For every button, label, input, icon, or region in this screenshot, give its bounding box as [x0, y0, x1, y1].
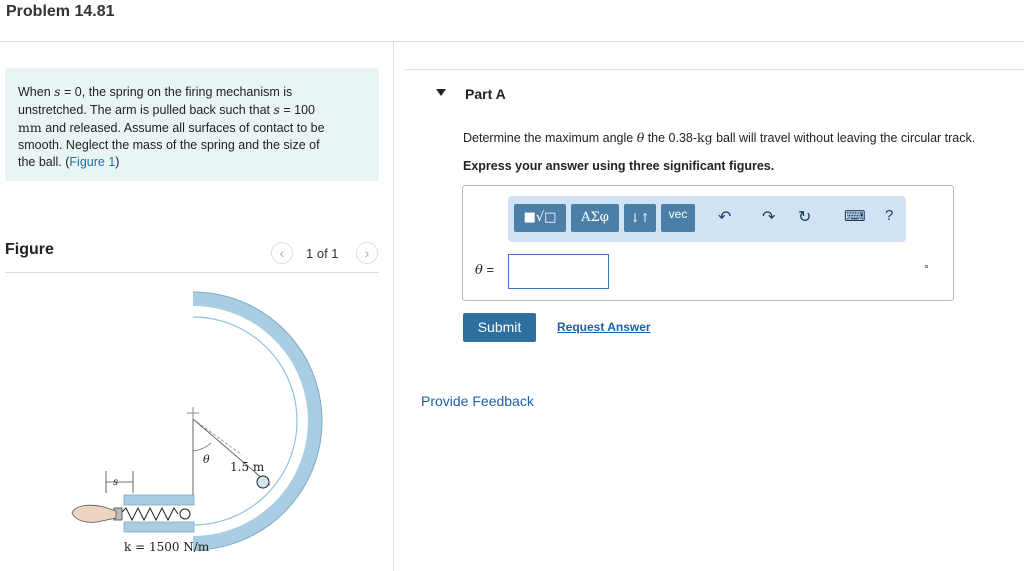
answer-instruction: Express your answer using three signific… [463, 159, 775, 173]
keyboard-icon[interactable]: ⌨ [844, 207, 866, 225]
page-title: Problem 14.81 [6, 3, 115, 20]
chevron-left-icon[interactable]: ‹ [271, 242, 293, 264]
problem-text: and released. Assume all surfaces of con… [41, 121, 325, 135]
problem-text: = 0, the spring on the firing mechanism … [60, 85, 293, 99]
radius-label: 1.5 m [230, 460, 265, 474]
s-label: s [113, 477, 118, 488]
problem-text: When [18, 85, 55, 99]
theta-label: θ [203, 453, 210, 466]
figure-pager: 1 of 1 [306, 246, 339, 261]
help-icon[interactable]: ? [885, 207, 893, 224]
launch-ball [179, 508, 191, 520]
answer-label: θ = [475, 262, 494, 278]
spring [119, 506, 179, 522]
answer-input[interactable] [508, 254, 609, 289]
spring-constant-label: k = 1500 N/m [124, 540, 210, 554]
theta-variable: θ [475, 263, 483, 278]
question-part: Determine the maximum angle [463, 131, 637, 145]
figure-link[interactable]: Figure 1 [69, 155, 115, 169]
hand [71, 504, 117, 523]
vector-button[interactable]: vec [661, 204, 695, 232]
question-text: Determine the maximum angle θ the 0.38-k… [463, 130, 975, 145]
figure-label: Figure [5, 241, 54, 258]
equals-sign: = [482, 262, 495, 277]
radius-line [192, 418, 271, 486]
math-toolbar: ■√□ ΑΣφ ↓↑ vec ↶ ↷ ↻ ⌨ ? [508, 196, 906, 242]
problem-text: ) [115, 155, 120, 169]
part-divider [405, 69, 1024, 70]
problem-statement: When s = 0, the spring on the firing mec… [5, 68, 379, 181]
ball-path [192, 316, 298, 526]
submit-button[interactable]: Submit [463, 313, 536, 342]
collapse-triangle-icon[interactable] [436, 89, 446, 96]
greek-symbols-button[interactable]: ΑΣφ [571, 204, 619, 232]
part-title[interactable]: Part A [465, 86, 506, 102]
provide-feedback-link[interactable]: Provide Feedback [421, 393, 534, 409]
unit-kg: kg [697, 130, 713, 145]
problem-text: the ball. ( [18, 155, 70, 169]
reset-icon[interactable]: ↻ [798, 207, 811, 227]
track-outer-edge [192, 291, 323, 551]
arrows-button[interactable]: ↓↑ [624, 204, 656, 232]
column-divider [393, 42, 394, 571]
undo-icon[interactable]: ↶ [718, 207, 731, 227]
problem-text: smooth. Neglect the mass of the spring a… [18, 138, 320, 152]
question-part: ball will travel without leaving the cir… [712, 131, 976, 145]
figure-divider [5, 272, 379, 273]
degree-unit: ° [924, 262, 929, 276]
problem-text: unstretched. The arm is pulled back such… [18, 103, 274, 117]
launcher-bottom-plate [123, 521, 195, 533]
unit-mm: mm [18, 120, 42, 135]
question-part: the 0.38- [644, 131, 698, 145]
redo-icon[interactable]: ↷ [762, 207, 775, 227]
chevron-right-icon[interactable]: › [356, 242, 378, 264]
launcher-top-plate [123, 494, 195, 506]
problem-text: = 100 [279, 103, 315, 117]
figure-diagram: θ 1.5 m s k = 1500 N/m [71, 291, 323, 554]
header-divider [0, 41, 1024, 42]
request-answer-link[interactable]: Request Answer [557, 320, 651, 334]
ball [256, 475, 270, 489]
templates-button[interactable]: ■√□ [514, 204, 566, 232]
